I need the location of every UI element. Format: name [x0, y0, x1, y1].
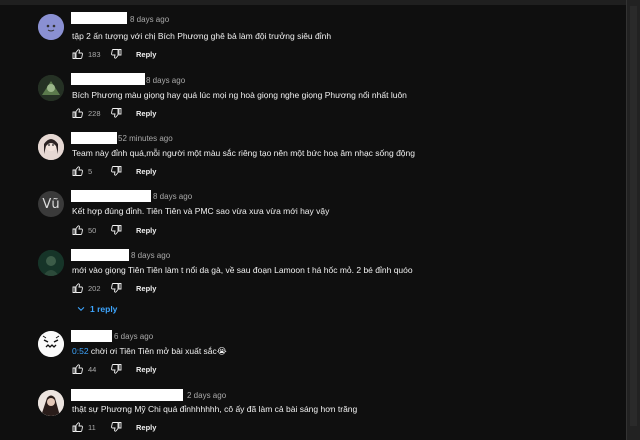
like-count: 50: [88, 225, 97, 235]
view-replies-button[interactable]: 1 reply: [76, 304, 117, 314]
author-name-redacted[interactable]: [71, 73, 145, 85]
reply-button[interactable]: Reply: [136, 423, 156, 432]
like-count: 228: [88, 108, 101, 118]
comment-item: Vũ 8 days ago Kết hợp đúng đỉnh. Tiên Ti…: [0, 186, 626, 246]
comment-item: 52 minutes ago Team này đỉnh quá,mỗi ngư…: [0, 128, 626, 188]
author-name-redacted[interactable]: [71, 330, 112, 342]
comment-actions: 50 Reply: [72, 223, 156, 237]
like-count: 44: [88, 364, 97, 374]
comment-text: Team này đỉnh quá,mỗi người một màu sắc …: [72, 148, 415, 158]
author-name-redacted[interactable]: [71, 12, 127, 24]
thumb-up-icon[interactable]: [72, 282, 84, 294]
thumb-down-icon[interactable]: [110, 165, 122, 177]
comment-time[interactable]: 8 days ago: [153, 192, 192, 201]
thumb-up-icon[interactable]: [72, 421, 84, 433]
avatar[interactable]: [38, 250, 64, 276]
avatar[interactable]: [38, 14, 64, 40]
thumb-up-icon[interactable]: [72, 48, 84, 60]
comment-time[interactable]: 52 minutes ago: [118, 134, 173, 143]
like-count: 183: [88, 49, 101, 59]
replies-count-label: 1 reply: [90, 304, 118, 314]
scrollbar[interactable]: [626, 0, 640, 440]
author-name-redacted[interactable]: [71, 249, 129, 261]
avatar[interactable]: [38, 134, 64, 160]
author-name-redacted[interactable]: [71, 190, 151, 202]
comment-text: mới vào giọng Tiên Tiên làm t nổi da gà,…: [72, 265, 413, 275]
timestamp-link[interactable]: 0:52: [72, 346, 89, 356]
comment-text-body: chời ơi Tiên Tiên mở bài xuất sắc😭: [88, 346, 227, 356]
comment-actions: 5 Reply: [72, 164, 156, 178]
thumb-down-icon[interactable]: [110, 363, 122, 375]
comment-time[interactable]: 8 days ago: [146, 76, 185, 85]
thumb-down-icon[interactable]: [110, 224, 122, 236]
comment-time[interactable]: 2 days ago: [187, 391, 226, 400]
like-count: 202: [88, 283, 101, 293]
like-count: 5: [88, 166, 93, 176]
author-name-redacted[interactable]: [71, 132, 117, 144]
comment-text: 0:52 chời ơi Tiên Tiên mở bài xuất sắc😭: [72, 346, 227, 357]
thumb-down-icon[interactable]: [110, 48, 122, 60]
chevron-down-icon: [76, 304, 86, 314]
comment-item: 8 days ago Bích Phương màu giọng hay quá…: [0, 69, 626, 129]
thumb-up-icon[interactable]: [72, 165, 84, 177]
reply-button[interactable]: Reply: [136, 365, 156, 374]
avatar[interactable]: [38, 75, 64, 101]
reply-button[interactable]: Reply: [136, 109, 156, 118]
comment-time[interactable]: 8 days ago: [130, 15, 169, 24]
comment-actions: 202 Reply: [72, 281, 156, 295]
like-count: 11: [88, 422, 96, 432]
scrollbar-thumb[interactable]: [630, 6, 637, 426]
comment-actions: 183 Reply: [72, 47, 156, 61]
comment-text: Kết hợp đúng đỉnh. Tiên Tiên và PMC sao …: [72, 206, 330, 216]
thumb-down-icon[interactable]: [110, 107, 122, 119]
thumb-up-icon[interactable]: [72, 224, 84, 236]
reply-button[interactable]: Reply: [136, 284, 156, 293]
comment-actions: 228 Reply: [72, 106, 156, 120]
avatar[interactable]: [38, 390, 64, 416]
comment-text: thật sự Phương Mỹ Chi quá đỉnhhhhhh, cô …: [72, 404, 358, 414]
comment-item: 8 days ago tập 2 ấn tượng với chị Bích P…: [0, 10, 626, 70]
thumb-up-icon[interactable]: [72, 363, 84, 375]
author-name-redacted[interactable]: [71, 389, 183, 401]
window-top-bar: [0, 0, 640, 5]
comment-actions: 44 Reply: [72, 362, 156, 376]
reply-button[interactable]: Reply: [136, 167, 156, 176]
thumb-up-icon[interactable]: [72, 107, 84, 119]
reply-button[interactable]: Reply: [136, 226, 156, 235]
comment-time[interactable]: 8 days ago: [131, 251, 170, 260]
thumb-down-icon[interactable]: [110, 421, 122, 433]
avatar[interactable]: [38, 331, 64, 357]
comment-actions: 11 Reply: [72, 420, 156, 434]
comment-item: 2 days ago thật sự Phương Mỹ Chi quá đỉn…: [0, 386, 626, 440]
comment-item: 6 days ago 0:52 chời ơi Tiên Tiên mở bài…: [0, 327, 626, 387]
comment-text: Bích Phương màu giọng hay quá lúc mọi ng…: [72, 90, 407, 100]
thumb-down-icon[interactable]: [110, 282, 122, 294]
comment-item: 8 days ago mới vào giọng Tiên Tiên làm t…: [0, 245, 626, 320]
avatar[interactable]: Vũ: [38, 191, 64, 217]
reply-button[interactable]: Reply: [136, 50, 156, 59]
comment-time[interactable]: 6 days ago: [114, 332, 153, 341]
comment-text: tập 2 ấn tượng với chị Bích Phương ghê b…: [72, 31, 332, 41]
